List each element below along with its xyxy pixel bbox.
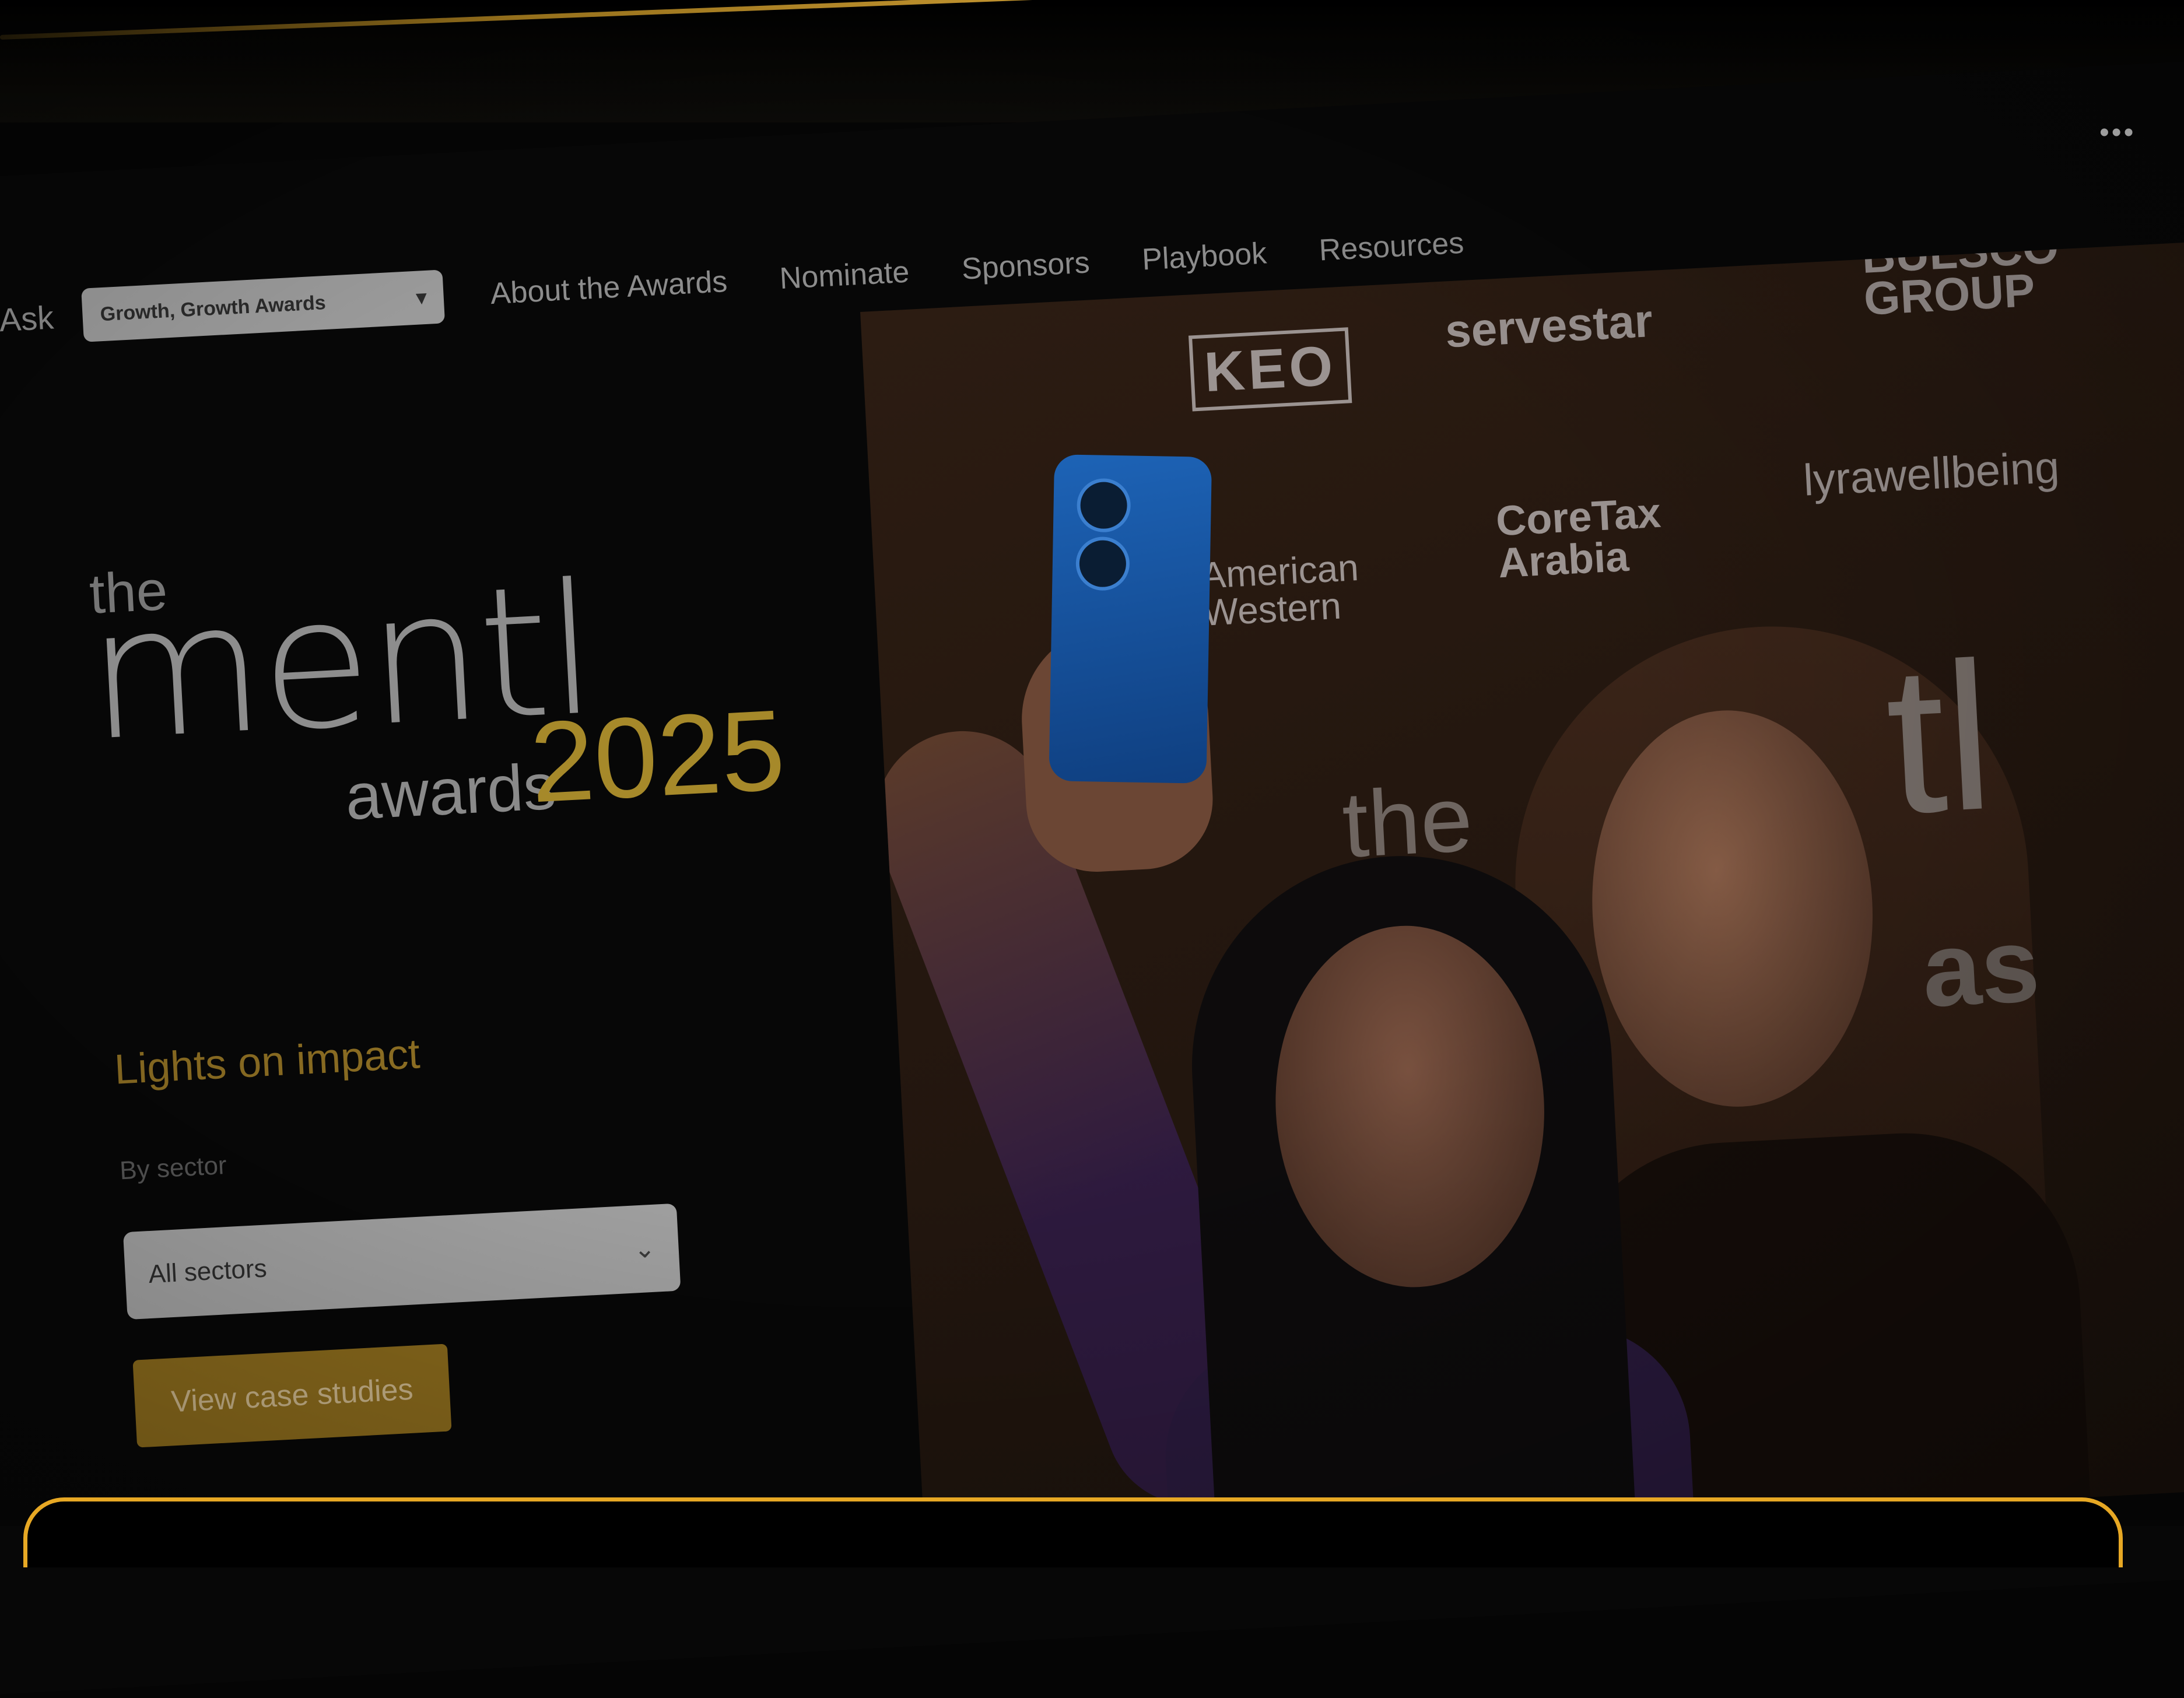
sector-label: By sector bbox=[119, 1150, 227, 1185]
backdrop-text-tl: tl bbox=[1881, 618, 1999, 858]
sponsor-logo-american-western: American Western bbox=[1200, 546, 1360, 634]
site-select-value: Growth, Growth Awards bbox=[99, 291, 327, 325]
nav-item-playbook[interactable]: Playbook bbox=[1141, 236, 1268, 277]
smartphone bbox=[1049, 454, 1212, 784]
ask-label: Ask bbox=[0, 298, 55, 338]
chevron-down-icon: ⌄ bbox=[633, 1234, 656, 1264]
phone-camera-lens bbox=[1075, 536, 1130, 591]
sponsor-logo-keo: KEO bbox=[1188, 327, 1352, 412]
view-case-studies-button[interactable]: View case studies bbox=[132, 1343, 452, 1448]
chevron-down-icon: ▾ bbox=[416, 286, 427, 309]
logo-awards: awards bbox=[343, 749, 558, 834]
nav-item-about[interactable]: About the Awards bbox=[489, 264, 728, 311]
sponsor-logo-lyra: lyrawellbeing bbox=[1802, 442, 2061, 506]
sponsor-logo-coretax: CoreTax Arabia bbox=[1495, 489, 1662, 587]
tilted-screen: Ask Growth, Growth Awards ▾ About the Aw… bbox=[0, 0, 2184, 1698]
nav-item-resources[interactable]: Resources bbox=[1318, 226, 1464, 268]
bottom-outlined-panel bbox=[23, 1497, 2123, 1567]
logo-mentl: mentl bbox=[82, 545, 599, 781]
more-dots-icon[interactable]: ••• bbox=[2099, 117, 2136, 149]
backdrop-text-as: as bbox=[1919, 906, 2042, 1030]
sponsor-logo-servestar: servestar bbox=[1443, 294, 1654, 357]
nav-item-nominate[interactable]: Nominate bbox=[779, 255, 910, 297]
phone-camera-lens bbox=[1076, 478, 1131, 533]
nav-item-sponsors[interactable]: Sponsors bbox=[960, 245, 1091, 286]
event-photo: KEO servestar BULSCO GROUP lyrawellbeing… bbox=[860, 241, 2184, 1559]
sector-select-value: All sectors bbox=[148, 1254, 268, 1289]
logo-year: 2025 bbox=[527, 685, 788, 827]
